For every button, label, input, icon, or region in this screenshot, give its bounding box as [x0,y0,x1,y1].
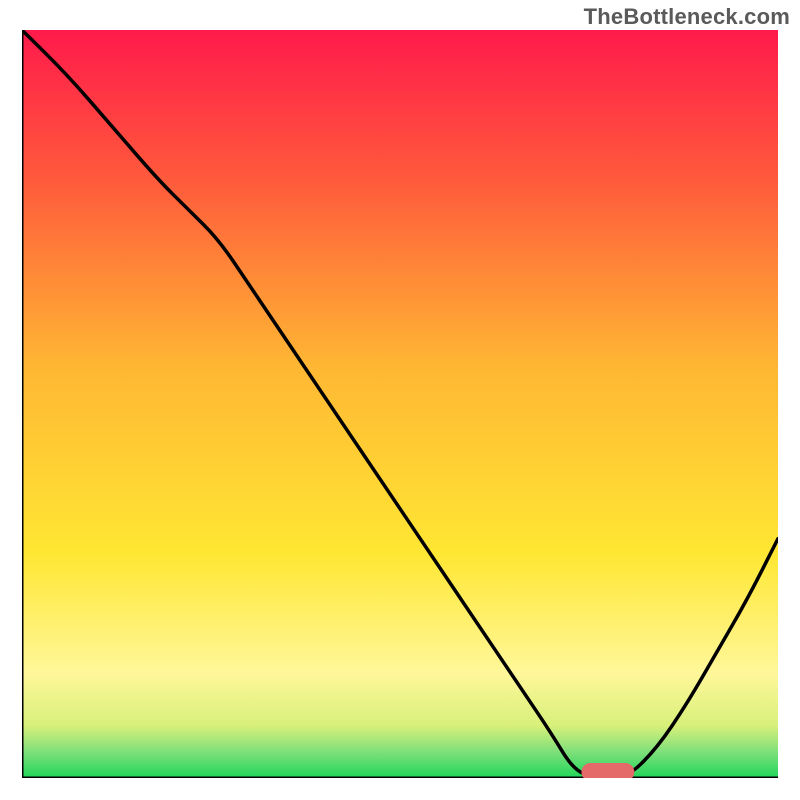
chart-container: TheBottleneck.com [0,0,800,800]
optimal-range-marker [581,763,634,778]
plot-area [22,30,778,778]
watermark-text: TheBottleneck.com [584,4,790,30]
gradient-background [22,30,778,778]
chart-svg [22,30,778,778]
